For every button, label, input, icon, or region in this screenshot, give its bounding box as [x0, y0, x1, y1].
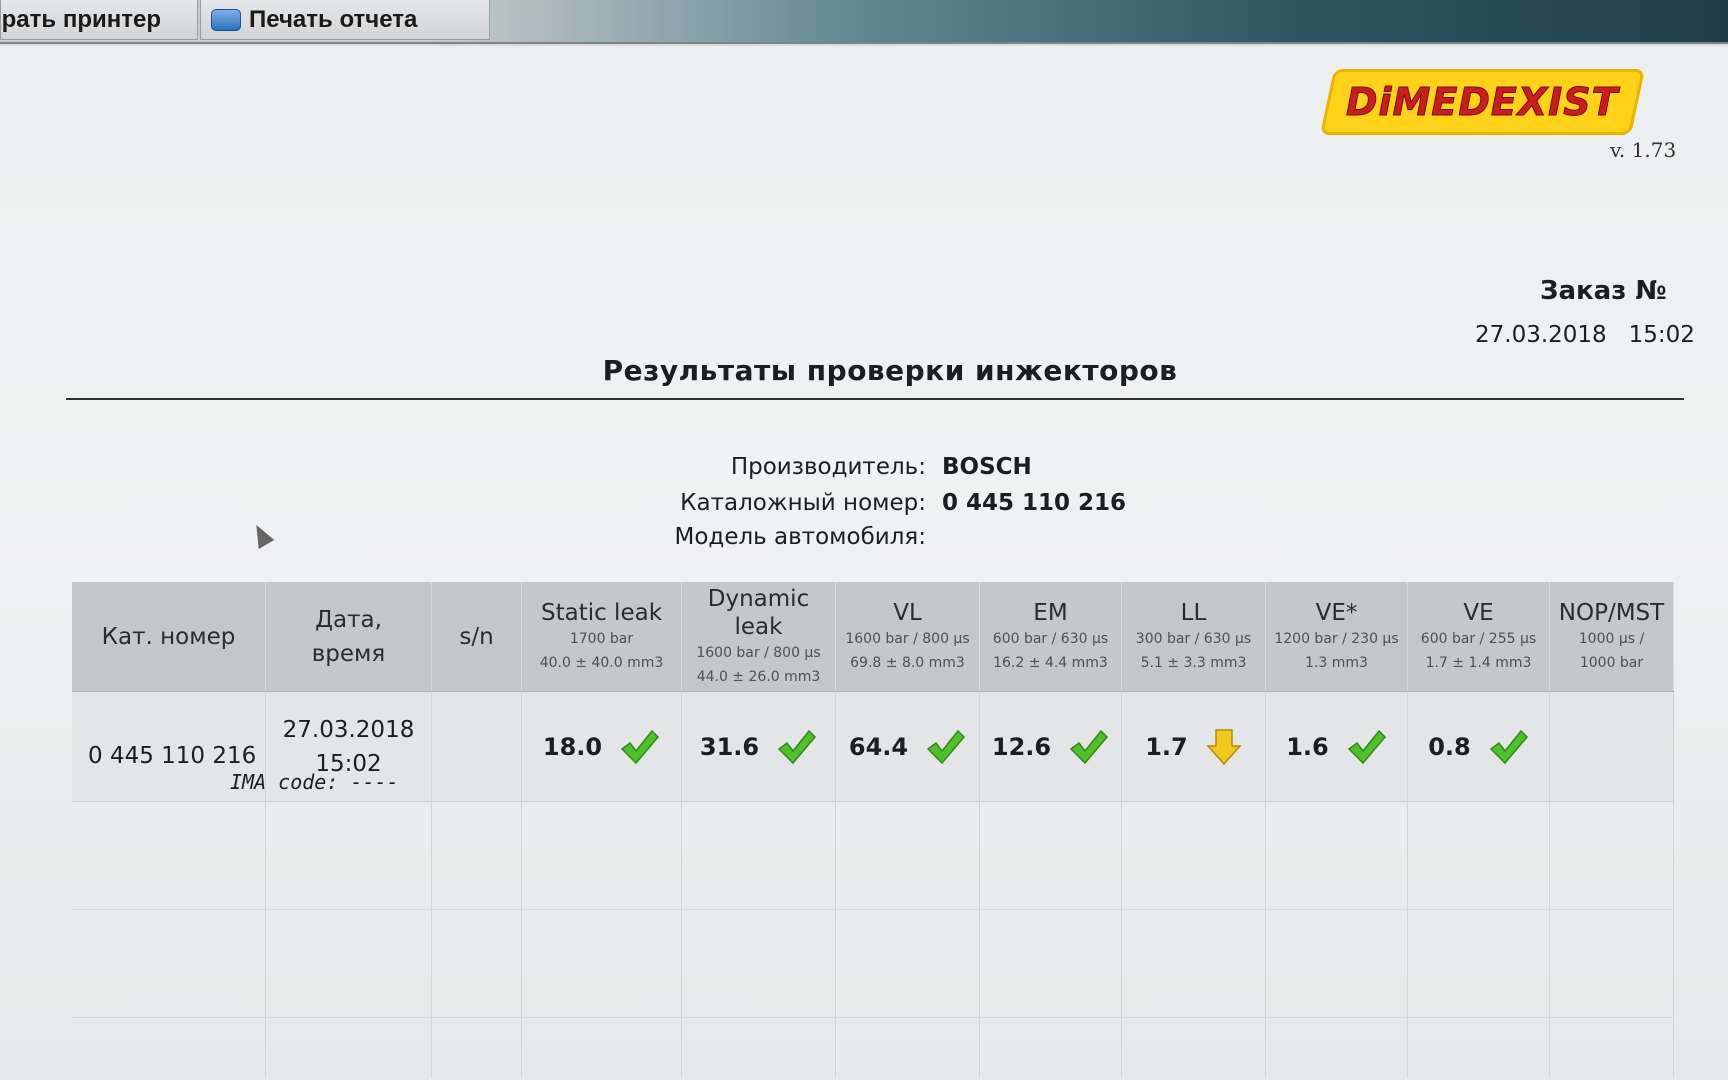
col-header-sn: s/n [432, 582, 522, 691]
cell-static-leak: 18.0 [522, 692, 682, 801]
table-header: Кат. номер Дата, время s/n Static leak 1… [72, 582, 1674, 692]
result-value: 31.6 [699, 732, 760, 761]
table-row[interactable]: 0 445 110 216 27.03.2018 15:02 IMA code:… [72, 692, 1674, 802]
cell-sn [432, 692, 522, 801]
col-header-static-leak: Static leak 1700 bar 40.0 ± 40.0 mm3 [522, 582, 682, 691]
col-header-em: EM 600 bar / 630 µs 16.2 ± 4.4 mm3 [980, 582, 1122, 691]
print-report-label: Печать отчета [249, 5, 418, 33]
col-header-dynamic-leak: Dynamic leak 1600 bar / 800 µs 44.0 ± 26.… [682, 582, 836, 691]
arrow-down-icon [1206, 728, 1242, 765]
report-title: Результаты проверки инжекторов [602, 354, 1178, 387]
check-icon [1489, 729, 1528, 764]
manufacturer-label: Производитель: [730, 454, 926, 480]
title-divider [66, 398, 1684, 400]
col-header-cat: Кат. номер [72, 582, 266, 691]
result-value: 1.6 [1286, 732, 1329, 761]
cell-ve: 0.8 [1408, 692, 1550, 801]
cell-date: 27.03.2018 [282, 716, 415, 743]
car-model-label: Модель автомобиля: [674, 524, 927, 550]
col-header-ve-star: VE* 1200 bar / 230 µs 1.3 mm3 [1266, 582, 1408, 691]
table-row-empty [72, 910, 1674, 1018]
cell-datetime: 27.03.2018 15:02 IMA code: ---- [230, 692, 432, 801]
order-number-label: Заказ № [1540, 276, 1667, 306]
print-report-button[interactable]: Печать отчета [200, 0, 490, 40]
col-header-vl: VL 1600 bar / 800 µs 69.8 ± 8.0 mm3 [836, 582, 980, 691]
manufacturer-value: BOSCH [942, 454, 1032, 480]
col-header-ll: LL 300 bar / 630 µs 5.1 ± 3.3 mm3 [1122, 582, 1266, 691]
ima-code: IMA code: ---- [230, 770, 399, 794]
version-label: v. 1.73 [1610, 138, 1677, 162]
results-table: Кат. номер Дата, время s/n Static leak 1… [72, 582, 1674, 1078]
catalog-label: Каталожный номер: [680, 490, 926, 516]
check-icon [620, 729, 660, 764]
cell-em: 12.6 [980, 692, 1122, 801]
result-value: 0.8 [1428, 732, 1471, 761]
cell-vl: 64.4 [836, 692, 980, 801]
table-row-empty [72, 802, 1674, 910]
cell-nop-mst [1550, 692, 1674, 801]
result-value: 64.4 [848, 732, 909, 761]
table-row-empty [72, 1018, 1674, 1078]
result-value: 1.7 [1145, 732, 1188, 761]
select-printer-button[interactable]: рать принтер [0, 0, 198, 40]
check-icon [926, 729, 966, 764]
col-header-nop-mst: NOP/MST 1000 µs /1000 bar [1550, 582, 1674, 691]
check-icon [777, 729, 817, 764]
cell-ve-star: 1.6 [1266, 692, 1408, 801]
check-icon [1069, 729, 1109, 764]
printer-icon [211, 8, 241, 31]
order-time: 15:02 [1628, 322, 1695, 348]
col-header-datetime: Дата, время [266, 582, 432, 691]
toolbar: рать принтер Печать отчета [0, 0, 1728, 44]
check-icon [1347, 729, 1386, 764]
catalog-value: 0 445 110 216 [942, 490, 1127, 516]
cell-ll: 1.7 [1122, 692, 1266, 801]
order-datetime: 27.03.2018 15:02 [1475, 322, 1695, 348]
cell-dynamic-leak: 31.6 [682, 692, 836, 801]
col-header-ve: VE 600 bar / 255 µs 1.7 ± 1.4 mm3 [1408, 582, 1550, 691]
dimedexist-logo: DiMEDEXIST [1323, 72, 1642, 132]
result-value: 18.0 [542, 732, 603, 761]
order-date: 27.03.2018 [1475, 322, 1607, 348]
result-value: 12.6 [991, 732, 1052, 761]
